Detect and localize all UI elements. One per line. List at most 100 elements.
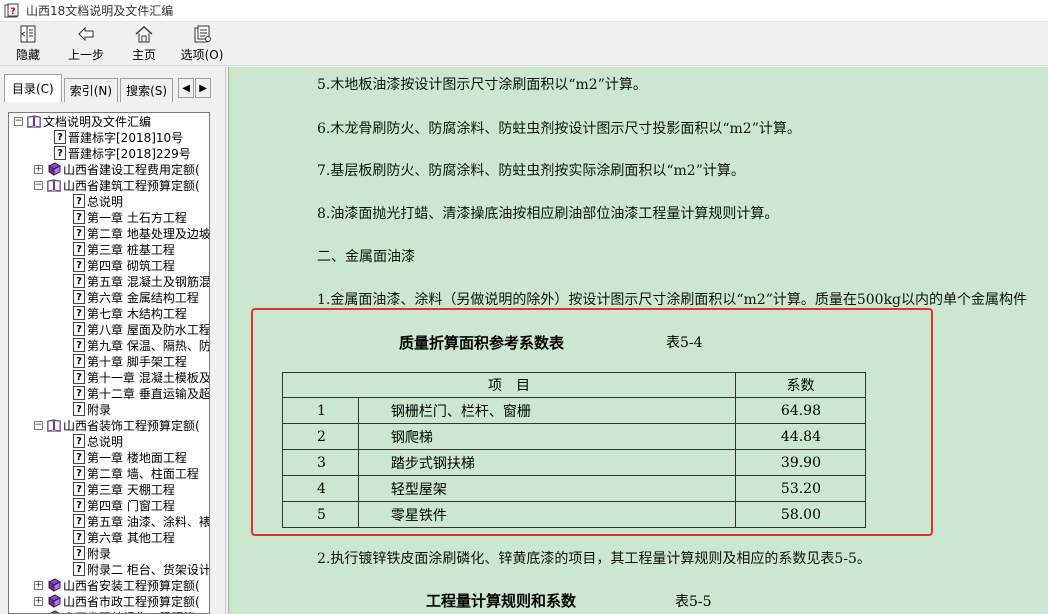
tree-item[interactable]: ? 第三章 桩基工程: [9, 241, 209, 257]
help-page-icon: ?: [73, 226, 85, 240]
tree-item[interactable]: ? 第五章 混凝土及钢筋混: [9, 273, 209, 289]
content-pane[interactable]: 5.木地板油漆按设计图示尺寸涂刷面积以“m2”计算。 6.木龙骨刷防火、防腐涂料…: [228, 67, 1048, 614]
svg-text:?: ?: [10, 7, 15, 17]
tree-item[interactable]: ? 第二章 墙、柱面工程: [9, 465, 209, 481]
tree-item[interactable]: ? 第四章 门窗工程: [9, 497, 209, 513]
row-item-name: 踏步式钢扶梯: [357, 449, 737, 476]
tree-item[interactable]: ? 第六章 金属结构工程: [9, 289, 209, 305]
collapse-icon[interactable]: −: [14, 116, 23, 126]
table2-title: 工程量计算规则和系数: [426, 592, 577, 610]
tree-item-label: 第六章 其他工程: [87, 530, 175, 545]
tree-item-label: 第四章 砌筑工程: [87, 258, 175, 273]
hide-icon: [20, 25, 36, 43]
home-icon: [135, 26, 153, 43]
row-item-name: 钢爬梯: [357, 423, 737, 450]
expand-icon[interactable]: +: [34, 596, 43, 606]
tree-item[interactable]: ? 第四章 砌筑工程: [9, 257, 209, 273]
help-app-icon: ?: [4, 3, 19, 17]
tree-item[interactable]: + 山西省建设工程费用定额(: [9, 161, 209, 177]
tree-item[interactable]: ? 第五章 油漆、涂料、裱: [9, 513, 209, 529]
help-page-icon: ?: [73, 498, 85, 512]
tree-item[interactable]: +山西省园林绿化工程预算: [9, 609, 209, 614]
options-icon: [194, 25, 211, 43]
tab-contents[interactable]: 目录(C): [4, 74, 62, 102]
tree-item[interactable]: ? 第七章 木结构工程: [9, 305, 209, 321]
tree-item-label: 附录: [87, 402, 112, 417]
tree-item[interactable]: − 文档说明及文件汇编: [9, 113, 209, 129]
expand-icon[interactable]: +: [34, 164, 43, 174]
tree-item-label: 山西省园林绿化工程预算: [63, 609, 195, 614]
tree-item[interactable]: ? 附录: [9, 401, 209, 417]
help-page-icon: ?: [73, 210, 85, 224]
tree-item[interactable]: ? 总说明: [9, 433, 209, 449]
help-page-icon: ?: [73, 370, 85, 384]
closed-book-icon: [47, 578, 61, 592]
collapse-icon[interactable]: −: [34, 180, 43, 190]
help-page-icon: ?: [73, 322, 85, 336]
expand-icon[interactable]: +: [34, 580, 43, 590]
help-page-icon: ?: [73, 482, 85, 496]
row-coefficient: 58.00: [735, 501, 866, 528]
tree-item[interactable]: + 山西省安装工程预算定额(: [9, 577, 209, 593]
table2-code: 表5-5: [675, 594, 712, 610]
help-page-icon: ?: [73, 546, 85, 560]
tree-item-label: 第一章 土石方工程: [87, 210, 187, 225]
collapse-icon[interactable]: −: [34, 420, 43, 430]
tree-item-label: 总说明: [87, 194, 124, 209]
tree-item[interactable]: − 山西省装饰工程预算定额(: [9, 417, 209, 433]
tree-item-label: 晋建标字[2018]229号: [68, 146, 191, 161]
row-coefficient: 39.90: [735, 449, 866, 476]
tree-item[interactable]: ? 第一章 楼地面工程: [9, 449, 209, 465]
tree-item-label: 晋建标字[2018]10号: [68, 130, 184, 145]
tree-item-label: 第二章 墙、柱面工程: [87, 466, 199, 481]
tab-search[interactable]: 搜索(S): [120, 78, 174, 102]
tree-item[interactable]: ? 第九章 保温、隔热、防: [9, 337, 209, 353]
help-page-icon: ?: [73, 290, 85, 304]
nav-tabs: 目录(C) 索引(N) 搜索(S) ◀ ▶: [4, 74, 212, 102]
tree-item[interactable]: + 山西省市政工程预算定额(: [9, 593, 209, 609]
tree-item[interactable]: − 山西省建筑工程预算定额(: [9, 177, 209, 193]
tree-item[interactable]: ? 晋建标字[2018]229号: [9, 145, 209, 161]
hide-button[interactable]: 隐藏: [6, 22, 50, 64]
tree-item-label: 第四章 门窗工程: [87, 498, 175, 513]
paragraph-5: 5.木地板油漆按设计图示尺寸涂刷面积以“m2”计算。: [317, 77, 647, 93]
back-button[interactable]: 上一步: [58, 22, 114, 64]
back-arrow-icon: [78, 26, 94, 42]
tree-item[interactable]: ? 第十一章 混凝土模板及: [9, 369, 209, 385]
tab-scroll-right-icon[interactable]: ▶: [195, 78, 212, 98]
tree-item[interactable]: ? 第十章 脚手架工程: [9, 353, 209, 369]
tree-item-label: 第七章 木结构工程: [87, 306, 187, 321]
tree-item[interactable]: ? 第十二章 垂直运输及超: [9, 385, 209, 401]
tree-item[interactable]: ? 第二章 地基处理及边坡: [9, 225, 209, 241]
tree-item[interactable]: ? 总说明: [9, 193, 209, 209]
tree-item-label: 附录: [87, 546, 112, 561]
help-page-icon: ?: [73, 194, 85, 208]
tree-item[interactable]: ? 附录二 柜台、货架设计: [9, 561, 209, 577]
paragraph-6: 6.木龙骨刷防火、防腐涂料、防蛀虫剂按设计图示尺寸投影面积以“m2”计算。: [317, 121, 801, 137]
tree-item-label: 第一章 楼地面工程: [87, 450, 187, 465]
tree-item[interactable]: ? 第六章 其他工程: [9, 529, 209, 545]
table-row: 1 钢栅栏门、栏杆、窗栅 64.98: [282, 397, 866, 424]
contents-tree[interactable]: − 文档说明及文件汇编? 晋建标字[2018]10号? 晋建标字[2018]229号 +…: [8, 112, 210, 614]
row-item-name: 轻型屋架: [357, 475, 737, 502]
help-page-icon: ?: [73, 338, 85, 352]
tab-index[interactable]: 索引(N): [63, 78, 119, 102]
row-number: 2: [282, 423, 359, 450]
tree-item[interactable]: ? 第三章 天棚工程: [9, 481, 209, 497]
tree-item[interactable]: ? 第八章 屋面及防水工程: [9, 321, 209, 337]
back-label: 上一步: [67, 48, 104, 62]
toolbar: 隐藏 上一步 主页 选项(O): [0, 22, 1048, 66]
open-book-icon: [27, 115, 41, 128]
row-item-name: 零星铁件: [357, 501, 737, 528]
tree-item[interactable]: ? 晋建标字[2018]10号: [9, 129, 209, 145]
tab-scroll-left-icon[interactable]: ◀: [178, 78, 195, 98]
tree-item-label: 山西省装饰工程预算定额(: [63, 418, 200, 433]
help-page-icon: ?: [54, 146, 66, 160]
tree-item[interactable]: ? 第一章 土石方工程: [9, 209, 209, 225]
paragraph-2-1: 1.金属面油漆、涂料（另做说明的除外）按设计图示尺寸涂刷面积以“m2”计算。质量…: [317, 292, 1028, 308]
home-button[interactable]: 主页: [122, 22, 166, 64]
options-button[interactable]: 选项(O): [174, 22, 230, 64]
table-row: 3 踏步式钢扶梯 39.90: [282, 449, 866, 476]
tree-item[interactable]: ? 附录: [9, 545, 209, 561]
header-item: 项 目: [281, 372, 737, 398]
